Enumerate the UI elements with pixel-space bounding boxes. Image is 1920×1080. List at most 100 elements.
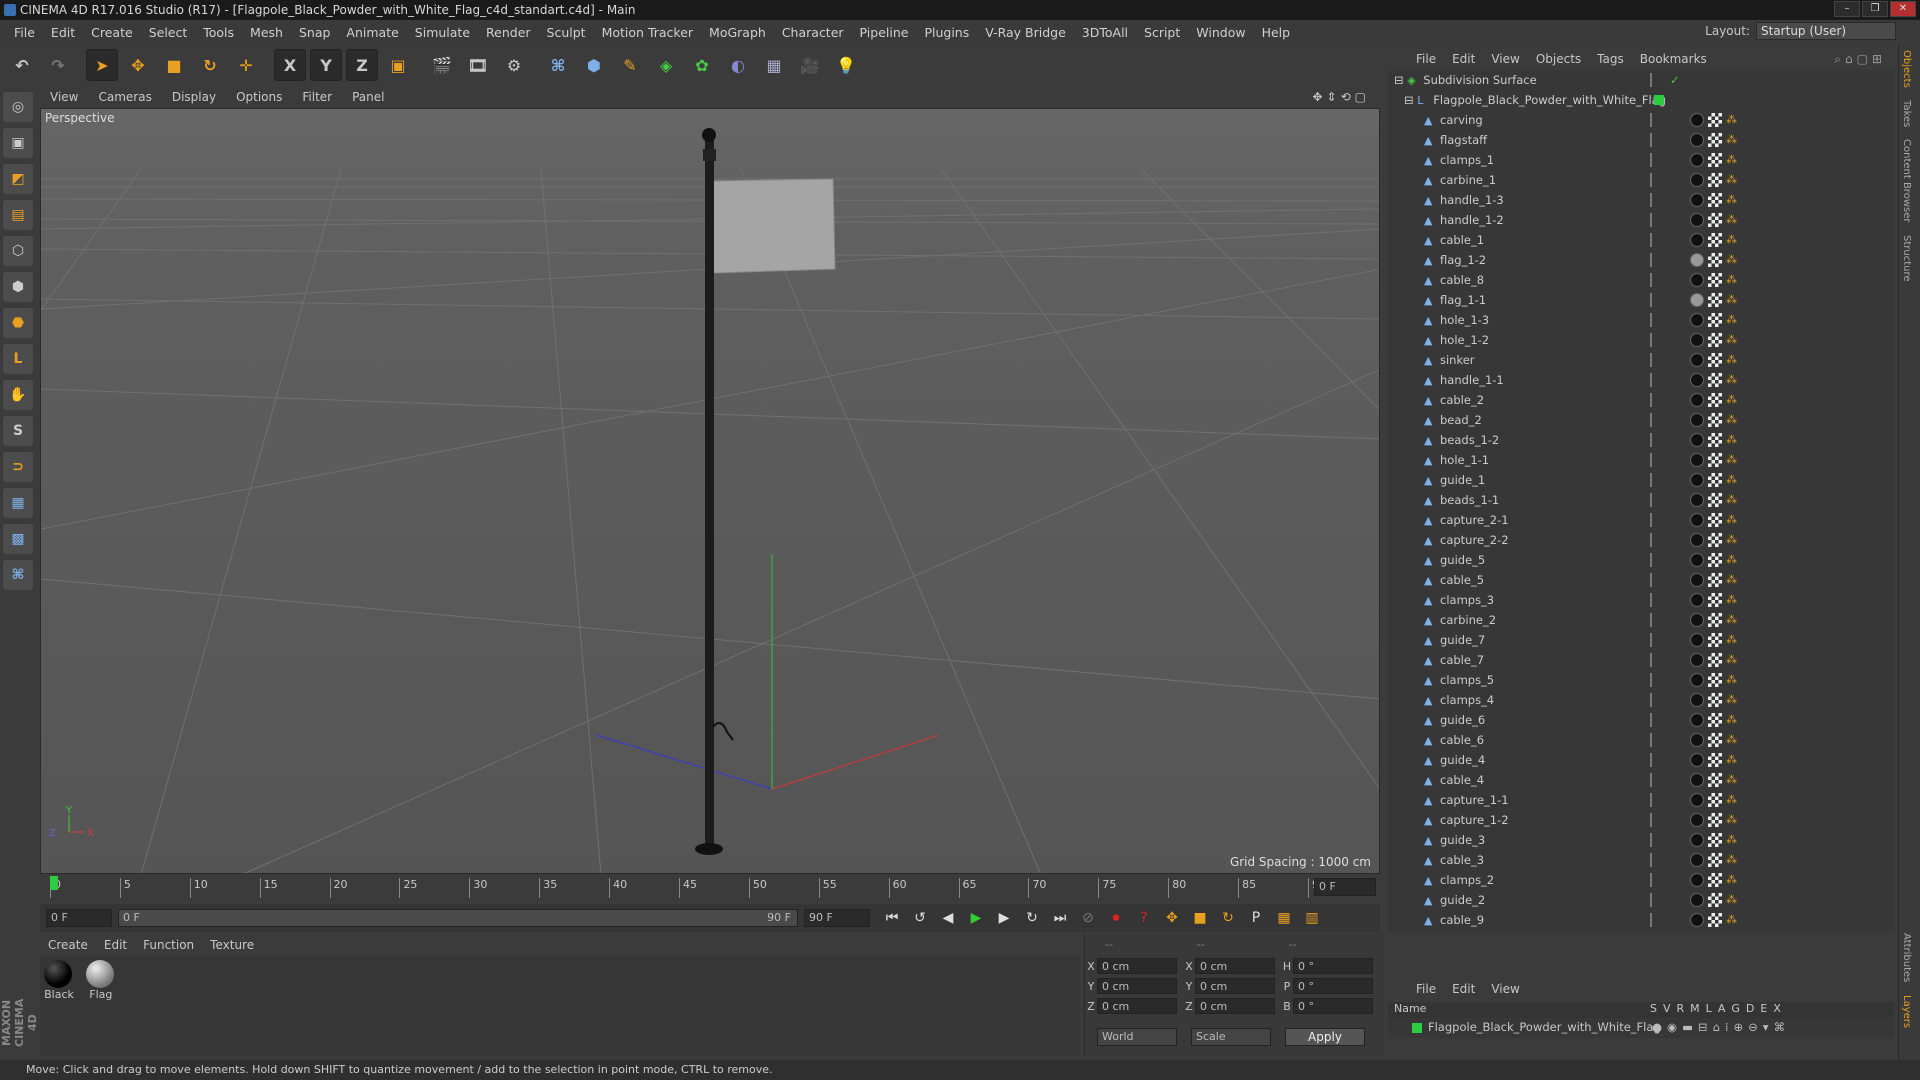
layer-column-m[interactable]: M [1690, 1002, 1700, 1018]
visibility-toggle[interactable] [1650, 913, 1658, 927]
tab-structure[interactable]: Structure [1899, 229, 1914, 288]
object-row[interactable]: ▲ cable_6 ⁂ [1388, 730, 1894, 750]
material-tag-icon[interactable] [1690, 113, 1704, 127]
object-row[interactable]: ▲ clamps_3 ⁂ [1388, 590, 1894, 610]
object-row[interactable]: ▲ guide_1 ⁂ [1388, 470, 1894, 490]
visibility-toggle[interactable] [1650, 133, 1658, 147]
menu-item-plugins[interactable]: Plugins [916, 25, 977, 40]
material-tag-icon[interactable] [1690, 253, 1704, 267]
object-row[interactable]: ▲ carbine_1 ⁂ [1388, 170, 1894, 190]
obj-menu-file[interactable]: File [1408, 52, 1444, 66]
make-editable-icon[interactable]: ◎ [3, 92, 33, 122]
material-tag-icon[interactable] [1690, 913, 1704, 927]
visibility-toggle[interactable] [1650, 313, 1658, 327]
autokey-icon[interactable]: ? [1132, 906, 1156, 930]
previous-frame-icon[interactable]: ◀ [936, 906, 960, 930]
menu-item-help[interactable]: Help [1254, 25, 1299, 40]
object-row[interactable]: ▲ guide_3 ⁂ [1388, 830, 1894, 850]
menu-item-file[interactable]: File [6, 25, 43, 40]
phong-tag-icon[interactable]: ⁂ [1726, 533, 1737, 547]
object-row[interactable]: ▲ carving ⁂ [1388, 110, 1894, 130]
select-tool-icon[interactable]: ➤ [86, 49, 118, 81]
key-parameter-icon[interactable]: P [1244, 906, 1268, 930]
texture-tag-icon[interactable] [1708, 693, 1722, 707]
scale-z-field[interactable]: 0 cm [1195, 998, 1275, 1014]
grid-lock-icon[interactable]: ▦ [3, 488, 33, 518]
texture-mode-icon[interactable]: ◩ [3, 164, 33, 194]
phong-tag-icon[interactable]: ⁂ [1726, 513, 1737, 527]
viewport-menu-display[interactable]: Display [162, 90, 226, 104]
visibility-toggle[interactable] [1650, 493, 1658, 507]
menu-item-edit[interactable]: Edit [43, 25, 83, 40]
scale-x-field[interactable]: 0 cm [1195, 958, 1275, 974]
menu-item-pipeline[interactable]: Pipeline [852, 25, 917, 40]
texture-tag-icon[interactable] [1708, 573, 1722, 587]
phong-tag-icon[interactable]: ⁂ [1726, 213, 1737, 227]
texture-tag-icon[interactable] [1708, 713, 1722, 727]
object-row[interactable]: ▲ sinker ⁂ [1388, 350, 1894, 370]
object-row[interactable]: ▲ hole_1-3 ⁂ [1388, 310, 1894, 330]
menu-item-simulate[interactable]: Simulate [407, 25, 478, 40]
frame-range-slider[interactable]: 0 F 90 F [118, 909, 798, 927]
phong-tag-icon[interactable]: ⁂ [1726, 353, 1737, 367]
object-row[interactable]: ▲ guide_5 ⁂ [1388, 550, 1894, 570]
previous-key-icon[interactable]: ↺ [908, 906, 932, 930]
texture-tag-icon[interactable] [1708, 413, 1722, 427]
phong-tag-icon[interactable]: ⁂ [1726, 113, 1737, 127]
layout-dropdown[interactable]: Startup (User) [1756, 22, 1896, 40]
menu-item-mesh[interactable]: Mesh [242, 25, 291, 40]
texture-tag-icon[interactable] [1708, 853, 1722, 867]
obj-menu-edit[interactable]: Edit [1444, 52, 1483, 66]
visibility-toggle[interactable] [1650, 413, 1658, 427]
go-to-end-icon[interactable]: ⏭ [1048, 906, 1072, 930]
viewport-menu-options[interactable]: Options [226, 90, 292, 104]
material-tag-icon[interactable] [1690, 753, 1704, 767]
menu-item-3dtoall[interactable]: 3DToAll [1074, 25, 1136, 40]
material-tag-icon[interactable] [1690, 193, 1704, 207]
magnet-icon[interactable]: ⊃ [3, 452, 33, 482]
menu-item-animate[interactable]: Animate [338, 25, 406, 40]
phong-tag-icon[interactable]: ⁂ [1726, 433, 1737, 447]
object-row[interactable]: ▲ cable_2 ⁂ [1388, 390, 1894, 410]
material-tag-icon[interactable] [1690, 393, 1704, 407]
material-tag-icon[interactable] [1690, 533, 1704, 547]
menu-item-mograph[interactable]: MoGraph [701, 25, 774, 40]
obj-menu-view[interactable]: View [1483, 52, 1527, 66]
render-view-icon[interactable]: 🎬 [426, 49, 458, 81]
grid-snap-icon[interactable]: ▩ [3, 524, 33, 554]
apply-button[interactable]: Apply [1285, 1028, 1365, 1046]
phong-tag-icon[interactable]: ⁂ [1726, 893, 1737, 907]
axis-mode-icon[interactable]: L [3, 344, 33, 374]
move-tool-icon[interactable]: ✥ [122, 49, 154, 81]
material-tag-icon[interactable] [1690, 673, 1704, 687]
start-frame-field[interactable]: 0 F [46, 909, 112, 927]
camera-icon[interactable]: 🎥 [794, 49, 826, 81]
snap-icon[interactable]: S [3, 416, 33, 446]
menu-item-create[interactable]: Create [83, 25, 141, 40]
rotation-h-field[interactable]: 0 ° [1293, 958, 1373, 974]
material-tag-icon[interactable] [1690, 373, 1704, 387]
material-tag-icon[interactable] [1690, 793, 1704, 807]
floor-icon[interactable]: ▦ [758, 49, 790, 81]
expand-icon[interactable]: ⊟ [1404, 93, 1414, 107]
object-manager-nav-icons[interactable]: ⌕⌂▢⊞ [1826, 52, 1894, 67]
layer-column-g[interactable]: G [1731, 1002, 1740, 1018]
material-tag-icon[interactable] [1690, 233, 1704, 247]
phong-tag-icon[interactable]: ⁂ [1726, 913, 1737, 927]
visibility-toggle[interactable] [1650, 633, 1658, 647]
phong-tag-icon[interactable]: ⁂ [1726, 813, 1737, 827]
texture-tag-icon[interactable] [1708, 873, 1722, 887]
material-tag-icon[interactable] [1690, 353, 1704, 367]
material-tag-icon[interactable] [1690, 553, 1704, 567]
object-row[interactable]: ▲ guide_4 ⁂ [1388, 750, 1894, 770]
menu-item-tools[interactable]: Tools [195, 25, 242, 40]
visibility-toggle[interactable] [1650, 173, 1658, 187]
material-tag-icon[interactable] [1690, 773, 1704, 787]
obj-menu-bookmarks[interactable]: Bookmarks [1632, 52, 1715, 66]
phong-tag-icon[interactable]: ⁂ [1726, 133, 1737, 147]
texture-tag-icon[interactable] [1708, 673, 1722, 687]
material-tag-icon[interactable] [1690, 693, 1704, 707]
object-row[interactable]: ▲ flag_1-2 ⁂ [1388, 250, 1894, 270]
object-row[interactable]: ▲ flagstaff ⁂ [1388, 130, 1894, 150]
phong-tag-icon[interactable]: ⁂ [1726, 793, 1737, 807]
